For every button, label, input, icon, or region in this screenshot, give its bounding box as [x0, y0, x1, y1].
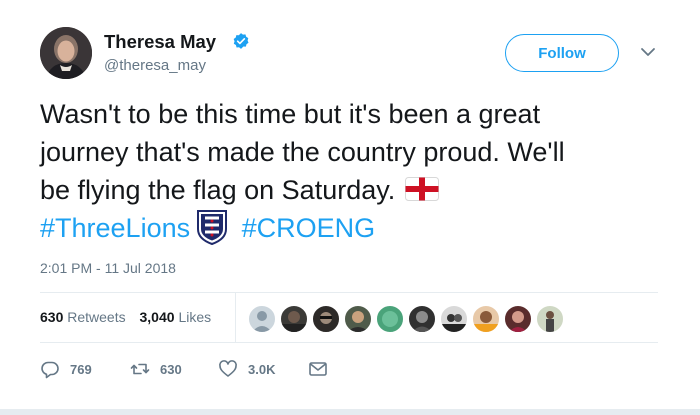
author-avatar[interactable] — [40, 27, 92, 79]
liker-avatar[interactable] — [504, 305, 532, 333]
retweet-icon — [130, 363, 150, 375]
tweet-line-4: #ThreeLions #CROENG — [40, 209, 660, 247]
heart-icon — [219, 360, 237, 377]
tweet-text: Wasn't to be this time but it's been a g… — [40, 95, 660, 247]
retweet-button[interactable]: 630 — [130, 357, 182, 381]
stats-separator — [235, 292, 236, 342]
liker-avatar[interactable] — [280, 305, 308, 333]
avatar-image — [40, 27, 92, 79]
like-button[interactable]: 3.0K — [218, 357, 275, 381]
likes-count: 3,040 — [139, 309, 175, 325]
liker-avatar[interactable] — [248, 305, 276, 333]
reply-count: 769 — [70, 361, 92, 377]
likes-stat[interactable]: 3,040 Likes — [140, 309, 212, 325]
liker-avatar[interactable] — [408, 305, 436, 333]
retweets-stat[interactable]: 630 Retweets — [40, 309, 126, 325]
liker-avatar[interactable] — [344, 305, 372, 333]
retweets-count: 630 — [40, 309, 64, 325]
chevron-down-icon[interactable] — [640, 46, 656, 58]
three-lions-crest-icon — [197, 210, 228, 245]
tweet-timestamp[interactable]: 2:01 PM - 11 Jul 2018 — [40, 260, 176, 276]
retweet-count: 630 — [160, 361, 182, 377]
liker-avatar[interactable] — [472, 305, 500, 333]
liker-avatar[interactable] — [536, 305, 564, 333]
reply-icon — [41, 361, 59, 379]
tweet-line-3: be flying the flag on Saturday. — [40, 171, 660, 209]
divider-bottom — [40, 342, 658, 343]
engagement-stats: 630 Retweets 3,040 Likes — [40, 309, 221, 325]
divider-top — [40, 292, 658, 293]
author-name[interactable]: Theresa May — [104, 31, 216, 53]
tweet-line-2: journey that's made the country proud. W… — [40, 137, 565, 167]
retweets-label: Retweets — [67, 309, 126, 325]
liker-avatar[interactable] — [312, 305, 340, 333]
liker-avatar[interactable] — [440, 305, 468, 333]
likes-label: Likes — [178, 309, 212, 325]
liker-avatar[interactable] — [376, 305, 404, 333]
author-handle[interactable]: @theresa_may — [104, 57, 206, 74]
verified-badge-icon — [233, 33, 249, 49]
direct-message-button[interactable] — [308, 357, 338, 381]
like-count: 3.0K — [248, 361, 276, 377]
hashtag-croeng[interactable]: #CROENG — [242, 213, 376, 243]
hashtag-threelions[interactable]: #ThreeLions — [40, 213, 190, 243]
bottom-strip — [0, 409, 700, 415]
tweet-line-1: Wasn't to be this time but it's been a g… — [40, 99, 541, 129]
tweet-line-3-text: be flying the flag on Saturday. — [40, 175, 396, 205]
direct-message-icon — [309, 362, 327, 376]
england-flag-icon — [405, 177, 440, 201]
follow-button[interactable]: Follow — [505, 34, 619, 72]
reply-button[interactable]: 769 — [40, 357, 92, 381]
